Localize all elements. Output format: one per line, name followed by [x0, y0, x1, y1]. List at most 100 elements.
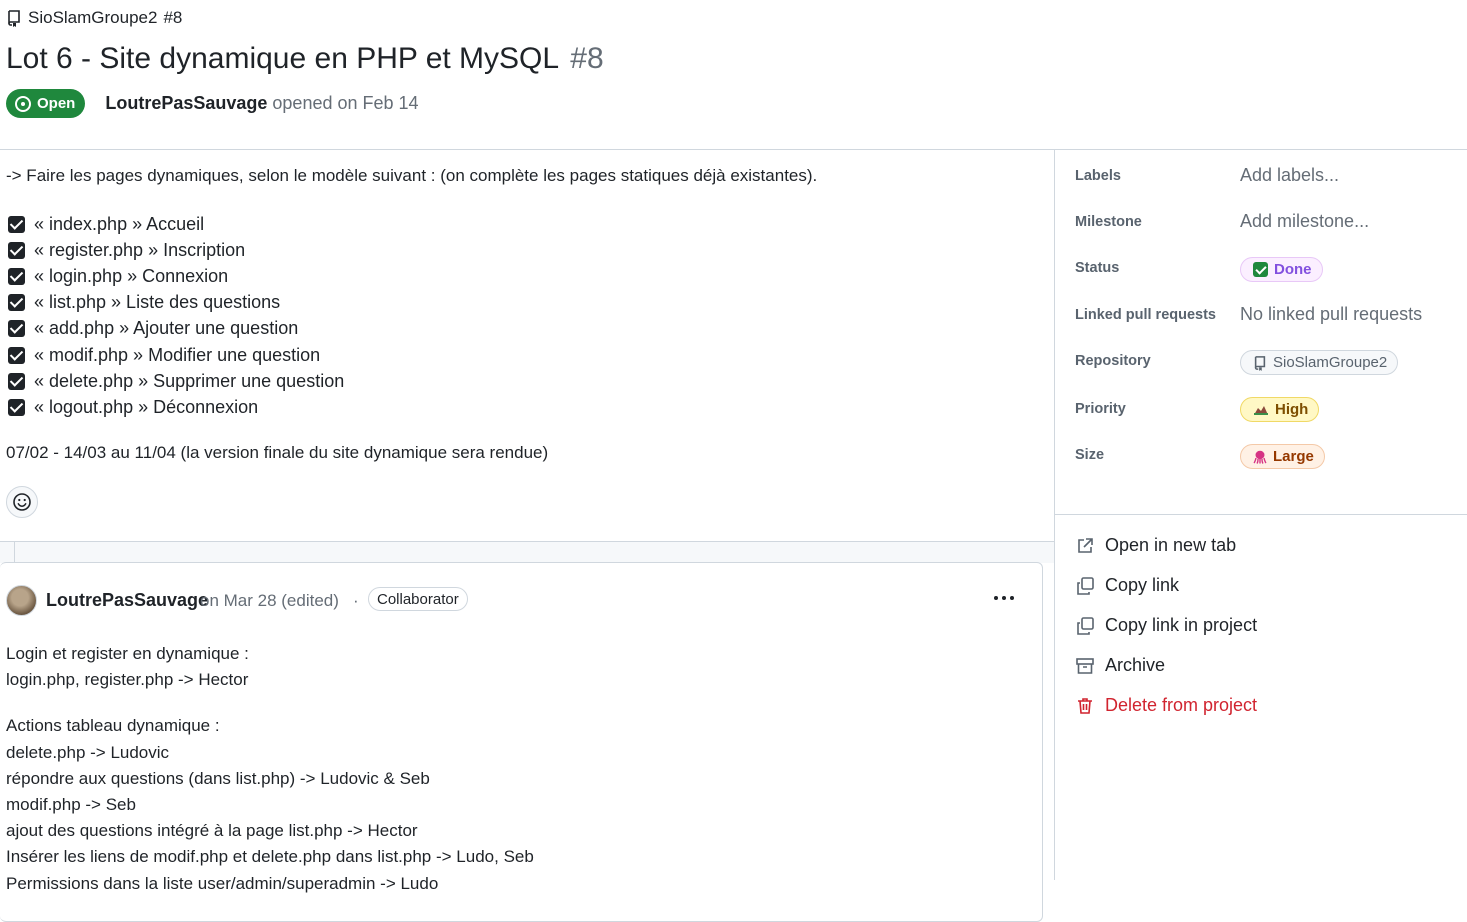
issue-author-link[interactable]: LoutrePasSauvage	[105, 93, 267, 114]
trash-icon	[1078, 697, 1092, 714]
repo-icon	[8, 10, 20, 27]
task-item: « add.php » Ajouter une question	[8, 316, 344, 342]
issue-meta: Open LoutrePasSauvage opened on Feb 14	[6, 89, 419, 118]
kebab-menu-icon[interactable]	[994, 596, 1014, 600]
status-token[interactable]: Done	[1240, 257, 1323, 282]
task-label: « login.php » Connexion	[34, 265, 229, 286]
meta-separator: ·	[353, 591, 359, 610]
repository-token[interactable]: SioSlamGroupe2	[1240, 350, 1399, 375]
linked-pr-field-label: Linked pull requests	[1075, 307, 1216, 323]
task-label: « modif.php » Modifier une question	[34, 344, 321, 365]
comment-line: Insérer les liens de modif.php et delete…	[6, 847, 534, 867]
comment-line: modif.php -> Seb	[6, 794, 136, 814]
task-item: « index.php » Accueil	[8, 211, 344, 237]
delete-from-project-label: Delete from project	[1105, 695, 1258, 715]
priority-token[interactable]: High	[1240, 397, 1320, 422]
issue-title-text: Lot 6 - Site dynamique en PHP et MySQL	[6, 42, 558, 75]
sidebar-section-divider	[1055, 514, 1467, 515]
checkbox-checked[interactable]	[8, 267, 25, 285]
comment-spacer	[6, 693, 534, 713]
copy-icon	[1077, 576, 1094, 595]
size-field-label: Size	[1075, 447, 1105, 463]
milestone-field-value[interactable]: Add milestone...	[1240, 211, 1369, 232]
repo-issue-number: #8	[163, 8, 183, 27]
body-intro: -> Faire les pages dynamiques, selon le …	[6, 166, 818, 185]
priority-field-label: Priority	[1075, 401, 1126, 417]
task-label: « add.php » Ajouter une question	[34, 318, 299, 339]
task-label: « logout.php » Déconnexion	[34, 396, 259, 417]
comment-author-link[interactable]: LoutrePasSauvage	[46, 590, 208, 611]
avatar[interactable]	[6, 585, 37, 616]
comment-line: login.php, register.php -> Hector	[6, 670, 249, 690]
timeline-line	[14, 542, 15, 563]
check-box-icon	[1253, 262, 1268, 277]
comment-line: ajout des questions intégré à la page li…	[6, 821, 418, 841]
labels-field-value[interactable]: Add labels...	[1240, 165, 1339, 186]
labels-field-label: Labels	[1075, 168, 1121, 184]
open-in-new-tab-button[interactable]: Open in new tab	[1075, 535, 1236, 556]
task-item: « logout.php » Déconnexion	[8, 394, 344, 420]
repo-name: SioSlamGroupe2	[28, 8, 158, 27]
repository-value: SioSlamGroupe2	[1273, 354, 1388, 371]
comment-line: répondre aux questions (dans list.php) -…	[6, 768, 430, 788]
smiley-icon	[13, 493, 31, 511]
comment-line: delete.php -> Ludovic	[6, 742, 170, 762]
task-label: « list.php » Liste des questions	[34, 292, 281, 313]
task-item: « delete.php » Supprimer une question	[8, 368, 344, 394]
comment-line: Actions tableau dynamique :	[6, 716, 220, 736]
checkbox-checked[interactable]	[8, 346, 25, 364]
copy-link-label: Copy link	[1105, 575, 1180, 595]
open-in-new-tab-label: Open in new tab	[1105, 535, 1237, 555]
timeline-gap	[0, 541, 1054, 563]
copy-link-in-project-label: Copy link in project	[1105, 615, 1258, 635]
issue-opened-icon	[15, 95, 31, 112]
linked-pr-field-value[interactable]: No linked pull requests	[1240, 304, 1422, 325]
copy-link-in-project-button[interactable]: Copy link in project	[1075, 615, 1257, 636]
header-divider	[0, 149, 1467, 150]
comment-body: Login et register en dynamique : login.p…	[6, 641, 534, 897]
delete-from-project-button[interactable]: Delete from project	[1075, 695, 1257, 716]
checkbox-checked[interactable]	[8, 320, 25, 338]
copy-link-button[interactable]: Copy link	[1075, 575, 1179, 596]
issue-title: Lot 6 - Site dynamique en PHP et MySQL #…	[6, 42, 604, 76]
add-reaction-button[interactable]	[6, 486, 38, 518]
state-badge: Open	[6, 89, 86, 118]
copy-icon	[1077, 616, 1094, 635]
archive-button[interactable]: Archive	[1075, 655, 1165, 676]
comment-line: Permissions dans la liste user/admin/sup…	[6, 873, 439, 893]
archive-icon	[1076, 657, 1094, 674]
comment-date[interactable]: on Mar 28 (edited)	[200, 591, 339, 611]
comment-line: Login et register en dynamique :	[6, 644, 249, 663]
task-item: « modif.php » Modifier une question	[8, 342, 344, 368]
size-value: Large	[1273, 448, 1314, 465]
task-label: « delete.php » Supprimer une question	[34, 370, 345, 391]
size-token[interactable]: Large	[1240, 444, 1325, 469]
body-dates: 07/02 - 14/03 au 11/04 (la version final…	[6, 443, 549, 462]
repo-breadcrumb[interactable]: SioSlamGroupe2 #8	[6, 8, 182, 28]
role-badge: Collaborator	[368, 587, 468, 611]
status-value: Done	[1274, 261, 1312, 278]
octopus-icon	[1253, 450, 1267, 464]
task-list: « index.php » Accueil « register.php » I…	[8, 211, 344, 421]
checkbox-checked[interactable]	[8, 372, 25, 390]
status-field-label: Status	[1075, 260, 1120, 276]
task-label: « register.php » Inscription	[34, 239, 246, 260]
sidebar-divider	[1054, 150, 1055, 880]
issue-number: #8	[570, 42, 604, 75]
checkbox-checked[interactable]	[8, 241, 25, 259]
checkbox-checked[interactable]	[8, 398, 25, 416]
link-external-icon	[1078, 537, 1093, 553]
task-item: « list.php » Liste des questions	[8, 290, 344, 316]
checkbox-checked[interactable]	[8, 294, 25, 312]
priority-value: High	[1275, 401, 1309, 418]
issue-opened-text: opened on Feb 14	[272, 93, 419, 113]
state-label: Open	[37, 95, 76, 112]
checkbox-checked[interactable]	[8, 215, 25, 233]
mountain-icon	[1254, 405, 1268, 415]
task-item: « login.php » Connexion	[8, 263, 344, 289]
archive-label: Archive	[1105, 655, 1166, 675]
milestone-field-label: Milestone	[1075, 214, 1142, 230]
repository-field-label: Repository	[1075, 353, 1151, 369]
task-item: « register.php » Inscription	[8, 237, 344, 263]
task-label: « index.php » Accueil	[34, 213, 205, 234]
